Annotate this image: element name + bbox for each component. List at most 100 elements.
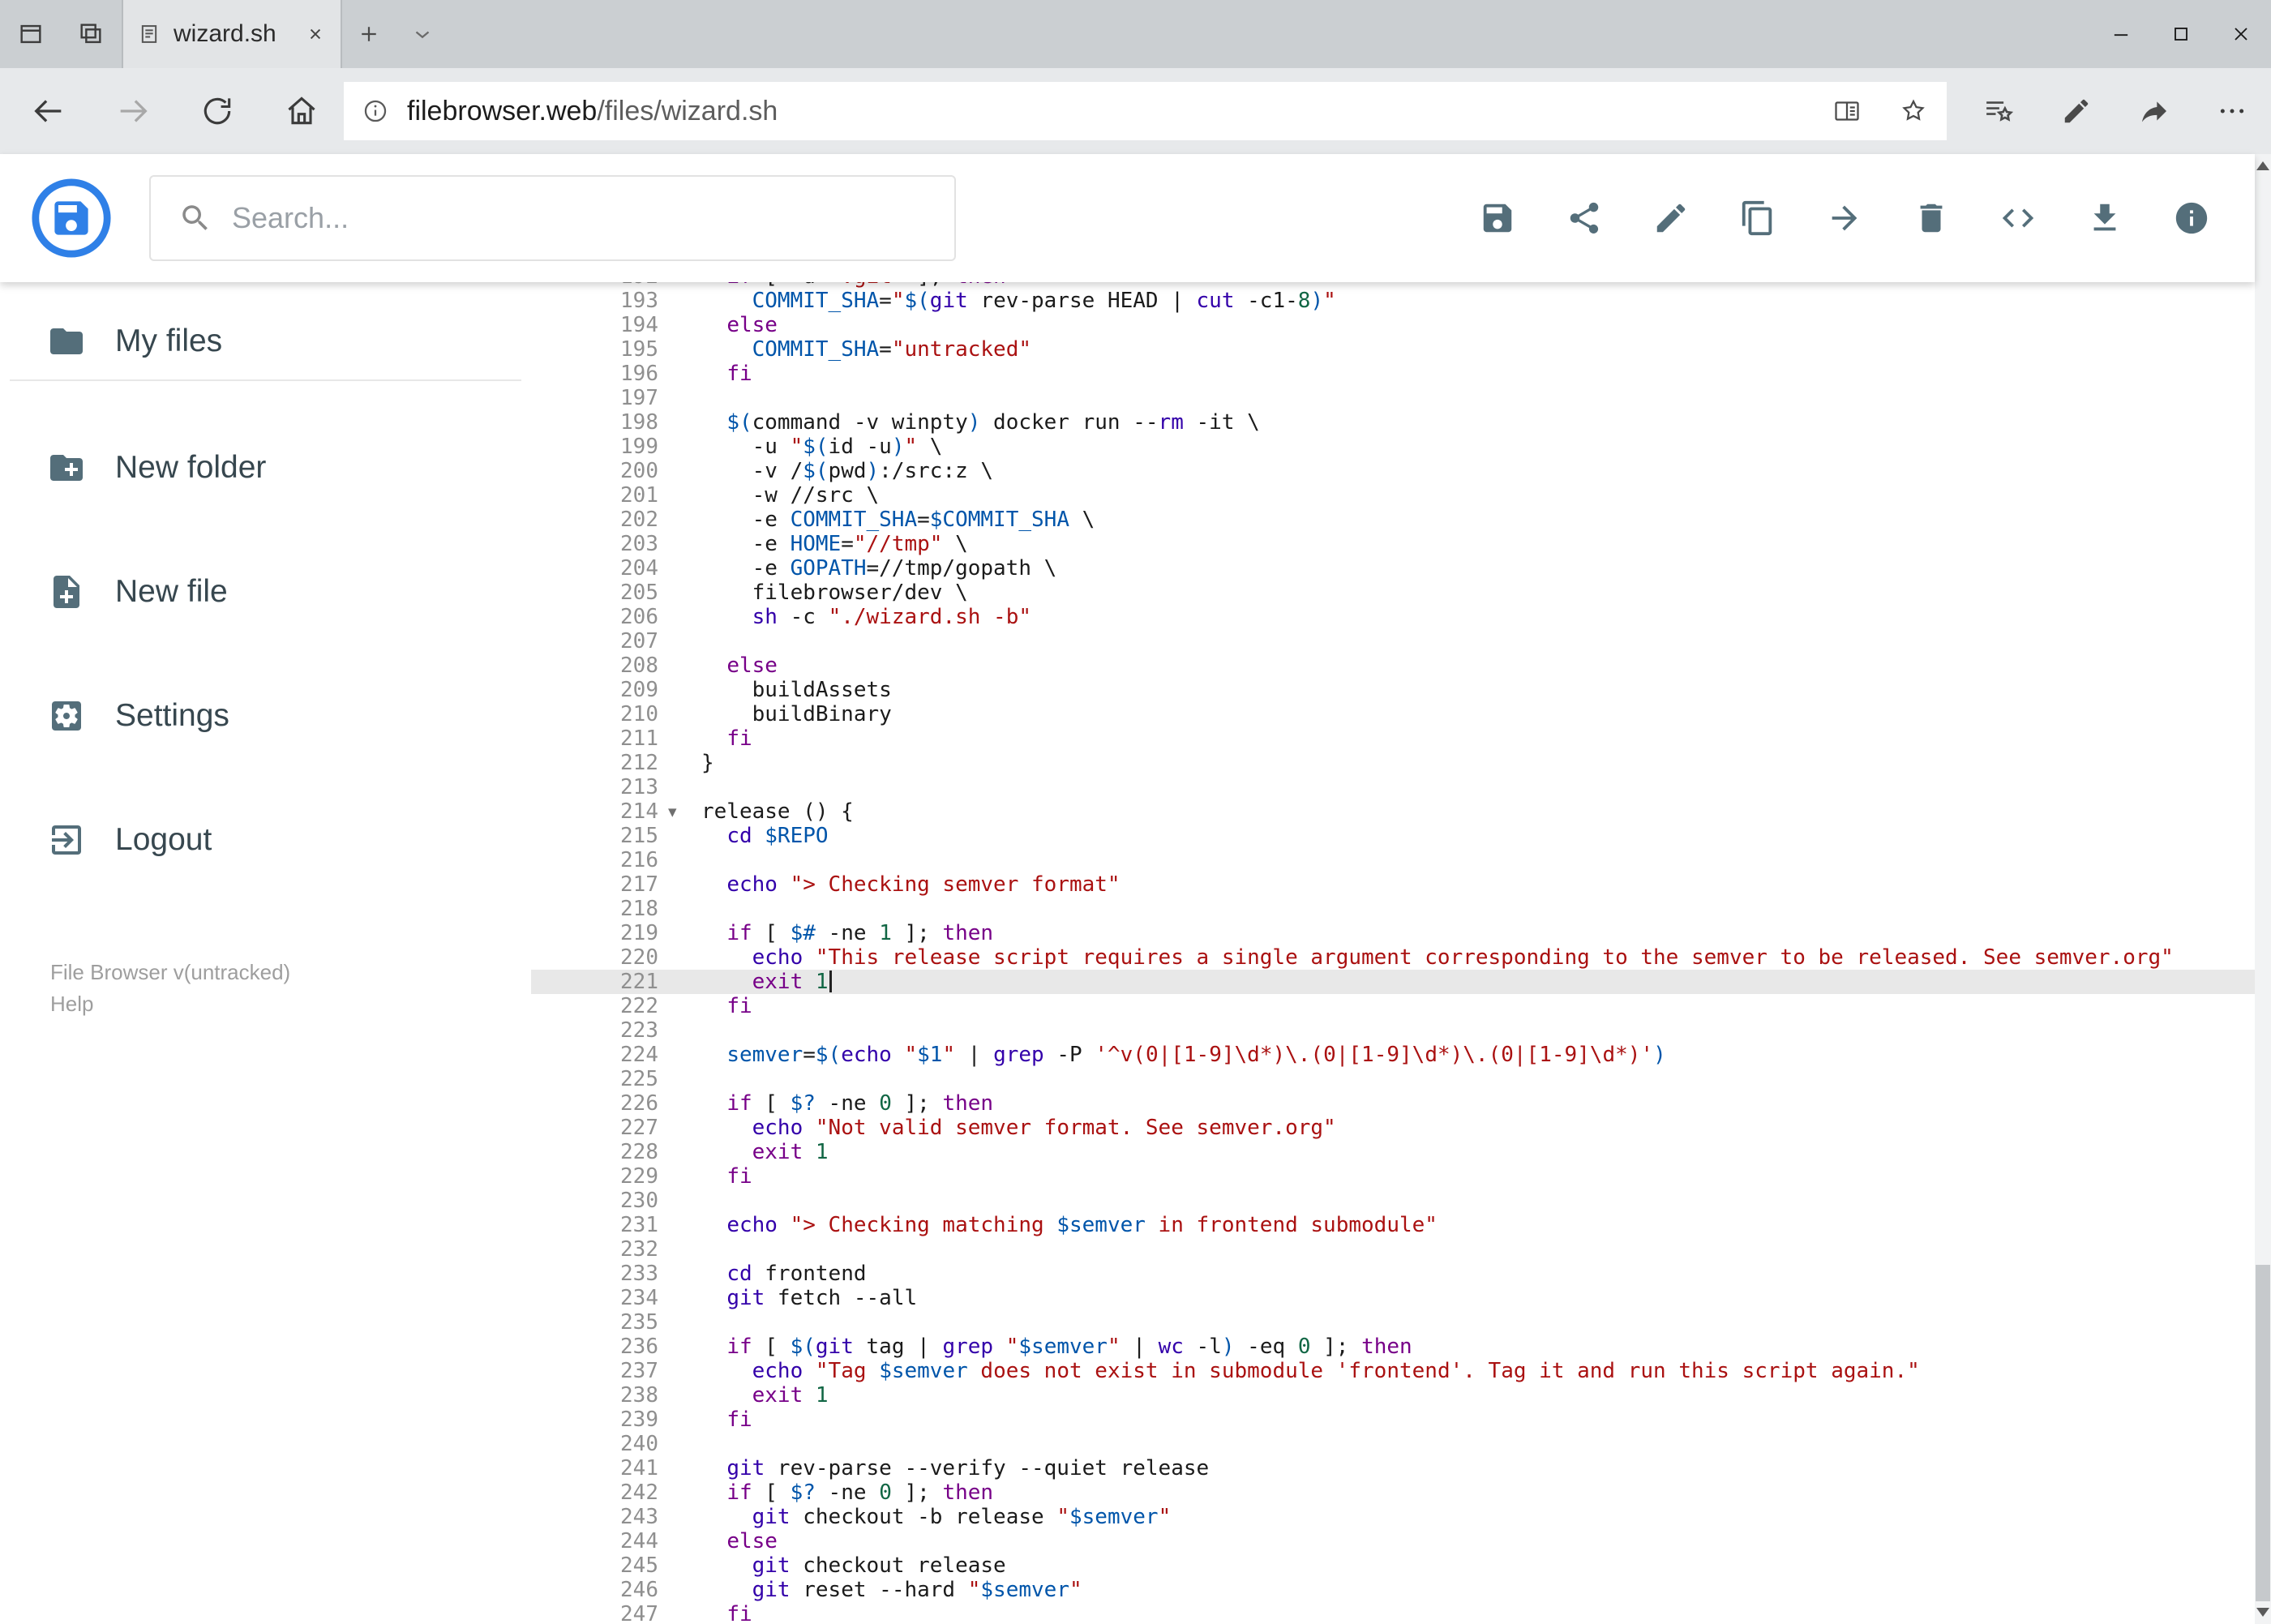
code-line[interactable]: 209 buildAssets — [531, 678, 2255, 702]
code-line[interactable]: 211 fi — [531, 726, 2255, 751]
sidebar-item-logout[interactable]: Logout — [0, 778, 531, 902]
code-line[interactable]: 213 — [531, 775, 2255, 799]
more-options-button[interactable] — [2193, 68, 2271, 154]
code-line[interactable]: 192 if [ -d ".git" ]; then — [531, 282, 2255, 289]
scrollbar-thumb[interactable] — [2256, 1265, 2270, 1601]
code-line[interactable]: 231 echo "> Checking matching $semver in… — [531, 1213, 2255, 1237]
code-line[interactable]: 223 — [531, 1018, 2255, 1043]
refresh-button[interactable] — [175, 68, 259, 154]
sidebar-item-settings[interactable]: Settings — [0, 653, 531, 778]
code-line[interactable]: 228 exit 1 — [531, 1140, 2255, 1164]
code-line[interactable]: 198 $(command -v winpty) docker run --rm… — [531, 410, 2255, 435]
tab-preview-chevron-icon[interactable] — [396, 0, 449, 68]
tab-preview-button[interactable] — [73, 0, 109, 68]
filebrowser-logo[interactable] — [31, 178, 112, 259]
info-button[interactable] — [2173, 199, 2210, 237]
code-line[interactable]: 232 — [531, 1237, 2255, 1262]
sidebar-item-my-files[interactable]: My files — [0, 302, 531, 379]
code-line[interactable]: 204 -e GOPATH=//tmp/gopath \ — [531, 556, 2255, 581]
code-line[interactable]: 202 -e COMMIT_SHA=$COMMIT_SHA \ — [531, 508, 2255, 532]
code-line[interactable]: 206 sh -c "./wizard.sh -b" — [531, 605, 2255, 629]
code-editor[interactable]: 192 if [ -d ".git" ]; then193 COMMIT_SHA… — [531, 282, 2255, 1624]
delete-button[interactable] — [1913, 199, 1950, 237]
close-button[interactable] — [2211, 0, 2271, 68]
favorites-hub-button[interactable] — [1960, 68, 2037, 154]
code-line[interactable]: 244 else — [531, 1529, 2255, 1553]
code-line[interactable]: 214 ▾ release () { — [531, 799, 2255, 824]
save-button[interactable] — [1479, 199, 1516, 237]
code-line[interactable]: 235 — [531, 1310, 2255, 1335]
code-line[interactable]: 227 echo "Not valid semver format. See s… — [531, 1116, 2255, 1140]
reading-view-button[interactable] — [1814, 96, 1880, 126]
code-line[interactable]: 225 — [531, 1067, 2255, 1091]
code-line[interactable]: 239 fi — [531, 1408, 2255, 1432]
code-line[interactable]: 240 — [531, 1432, 2255, 1456]
code-line[interactable]: 247 fi — [531, 1602, 2255, 1624]
add-favorite-star-icon[interactable] — [1880, 96, 1947, 126]
code-line[interactable]: 217 echo "> Checking semver format" — [531, 872, 2255, 897]
sidebar-item-new-file[interactable]: New file — [0, 529, 531, 653]
tab-close-icon[interactable] — [305, 24, 326, 45]
code-line[interactable]: 245 git checkout release — [531, 1553, 2255, 1578]
code-line[interactable]: 208 else — [531, 653, 2255, 678]
code-line[interactable]: 234 git fetch --all — [531, 1286, 2255, 1310]
scroll-up-arrow-icon[interactable] — [2256, 161, 2269, 170]
code-line[interactable]: 201 -w //src \ — [531, 483, 2255, 508]
raw-code-button[interactable] — [1999, 199, 2037, 237]
copy-button[interactable] — [1739, 199, 1776, 237]
rename-button[interactable] — [1652, 199, 1690, 237]
search-box[interactable] — [149, 175, 956, 261]
address-bar[interactable]: filebrowser.web/files/wizard.sh — [344, 82, 1947, 140]
forward-button[interactable] — [91, 68, 175, 154]
code-line[interactable]: 246 git reset --hard "$semver" — [531, 1578, 2255, 1602]
search-input[interactable] — [232, 201, 897, 235]
scroll-down-arrow-icon[interactable] — [2256, 1608, 2269, 1617]
code-line[interactable]: 243 git checkout -b release "$semver" — [531, 1505, 2255, 1529]
new-tab-button[interactable] — [342, 0, 396, 68]
code-line[interactable]: 195 COMMIT_SHA="untracked" — [531, 337, 2255, 362]
code-line[interactable]: 205 filebrowser/dev \ — [531, 581, 2255, 605]
code-line[interactable]: 236 if [ $(git tag | grep "$semver" | wc… — [531, 1335, 2255, 1359]
code-line[interactable]: 216 — [531, 848, 2255, 872]
code-line[interactable]: 203 -e HOME="//tmp" \ — [531, 532, 2255, 556]
code-line[interactable]: 221 exit 1 — [531, 970, 2255, 994]
help-link[interactable]: Help — [50, 988, 531, 1020]
move-button[interactable] — [1826, 199, 1863, 237]
maximize-button[interactable] — [2151, 0, 2211, 68]
code-line[interactable]: 242 if [ $? -ne 0 ]; then — [531, 1480, 2255, 1505]
browser-tab[interactable]: wizard.sh — [122, 0, 342, 68]
share-page-button[interactable] — [2115, 68, 2193, 154]
code-line[interactable]: 241 git rev-parse --verify --quiet relea… — [531, 1456, 2255, 1480]
code-line[interactable]: 233 cd frontend — [531, 1262, 2255, 1286]
code-line[interactable]: 226 if [ $? -ne 0 ]; then — [531, 1091, 2255, 1116]
web-note-pen-button[interactable] — [2037, 68, 2115, 154]
code-line[interactable]: 218 — [531, 897, 2255, 921]
home-button[interactable] — [259, 68, 344, 154]
code-line[interactable]: 229 fi — [531, 1164, 2255, 1189]
code-line[interactable]: 215 cd $REPO — [531, 824, 2255, 848]
site-info-icon[interactable] — [344, 97, 407, 125]
code-line[interactable]: 219 if [ $# -ne 1 ]; then — [531, 921, 2255, 945]
tabs-aside-button[interactable] — [13, 0, 49, 68]
code-line[interactable]: 210 buildBinary — [531, 702, 2255, 726]
code-line[interactable]: 193 COMMIT_SHA="$(git rev-parse HEAD | c… — [531, 289, 2255, 313]
page-scrollbar[interactable] — [2255, 154, 2271, 1624]
code-line[interactable]: 196 fi — [531, 362, 2255, 386]
code-line[interactable]: 207 — [531, 629, 2255, 653]
code-line[interactable]: 237 echo "Tag $semver does not exist in … — [531, 1359, 2255, 1383]
download-button[interactable] — [2086, 199, 2123, 237]
code-line[interactable]: 222 fi — [531, 994, 2255, 1018]
code-line[interactable]: 238 exit 1 — [531, 1383, 2255, 1408]
code-line[interactable]: 230 — [531, 1189, 2255, 1213]
code-line[interactable]: 197 — [531, 386, 2255, 410]
code-line[interactable]: 212} — [531, 751, 2255, 775]
code-line[interactable]: 194 else — [531, 313, 2255, 337]
code-line[interactable]: 220 echo "This release script requires a… — [531, 945, 2255, 970]
code-line[interactable]: 200 -v /$(pwd):/src:z \ — [531, 459, 2255, 483]
share-button[interactable] — [1566, 199, 1603, 237]
code-line[interactable]: 224 semver=$(echo "$1" | grep -P '^v(0|[… — [531, 1043, 2255, 1067]
sidebar-item-new-folder[interactable]: New folder — [0, 405, 531, 529]
fold-marker-icon[interactable]: ▾ — [665, 799, 701, 824]
minimize-button[interactable] — [2091, 0, 2151, 68]
code-line[interactable]: 199 -u "$(id -u)" \ — [531, 435, 2255, 459]
